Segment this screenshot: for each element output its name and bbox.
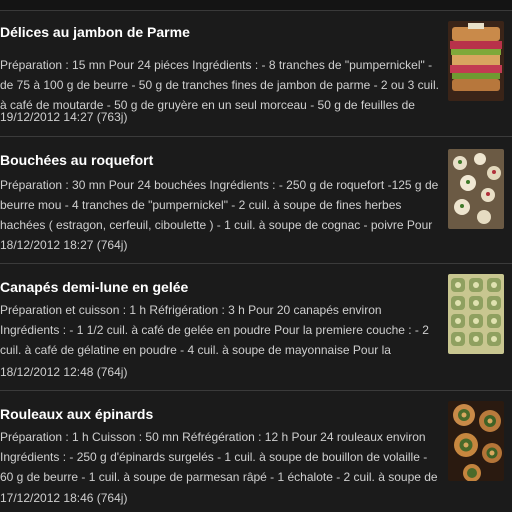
recipe-date: 19/12/2012 14:27 (763j) — [0, 110, 128, 124]
roquefort-bites-photo-icon — [448, 149, 504, 229]
recipe-date: 18/12/2012 18:27 (764j) — [0, 238, 128, 252]
spinach-rolls-photo-icon — [448, 401, 504, 481]
list-item[interactable]: Bouchées au roquefort Préparation : 30 m… — [0, 137, 512, 264]
recipe-title: Bouchées au roquefort — [0, 152, 154, 168]
recipe-title: Délices au jambon de Parme — [0, 24, 190, 40]
recipe-title: Canapés demi-lune en gelée — [0, 279, 189, 295]
list-item[interactable]: Canapés demi-lune en gelée Préparation e… — [0, 264, 512, 391]
list-item[interactable]: Rouleaux aux épinards Préparation : 1 h … — [0, 391, 512, 512]
recipe-date: 17/12/2012 18:46 (764j) — [0, 491, 128, 505]
ham-sandwich-photo-icon — [448, 21, 504, 101]
recipe-description: Préparation : 1 h Cuisson : 50 mn Réfrég… — [0, 430, 438, 484]
recipe-description: Préparation : 30 mn Pour 24 bouchées Ing… — [0, 178, 439, 232]
top-divider — [0, 0, 512, 11]
recipe-date: 18/12/2012 12:48 (764j) — [0, 365, 128, 379]
recipe-title: Rouleaux aux épinards — [0, 406, 154, 422]
recipe-description: Préparation : 15 mn Pour 24 piéces Ingré… — [0, 58, 439, 112]
jelly-canapes-photo-icon — [448, 274, 504, 354]
recipe-description: Préparation et cuisson : 1 h Réfrigérati… — [0, 303, 429, 357]
list-item[interactable]: Délices au jambon de Parme Préparation :… — [0, 11, 512, 137]
